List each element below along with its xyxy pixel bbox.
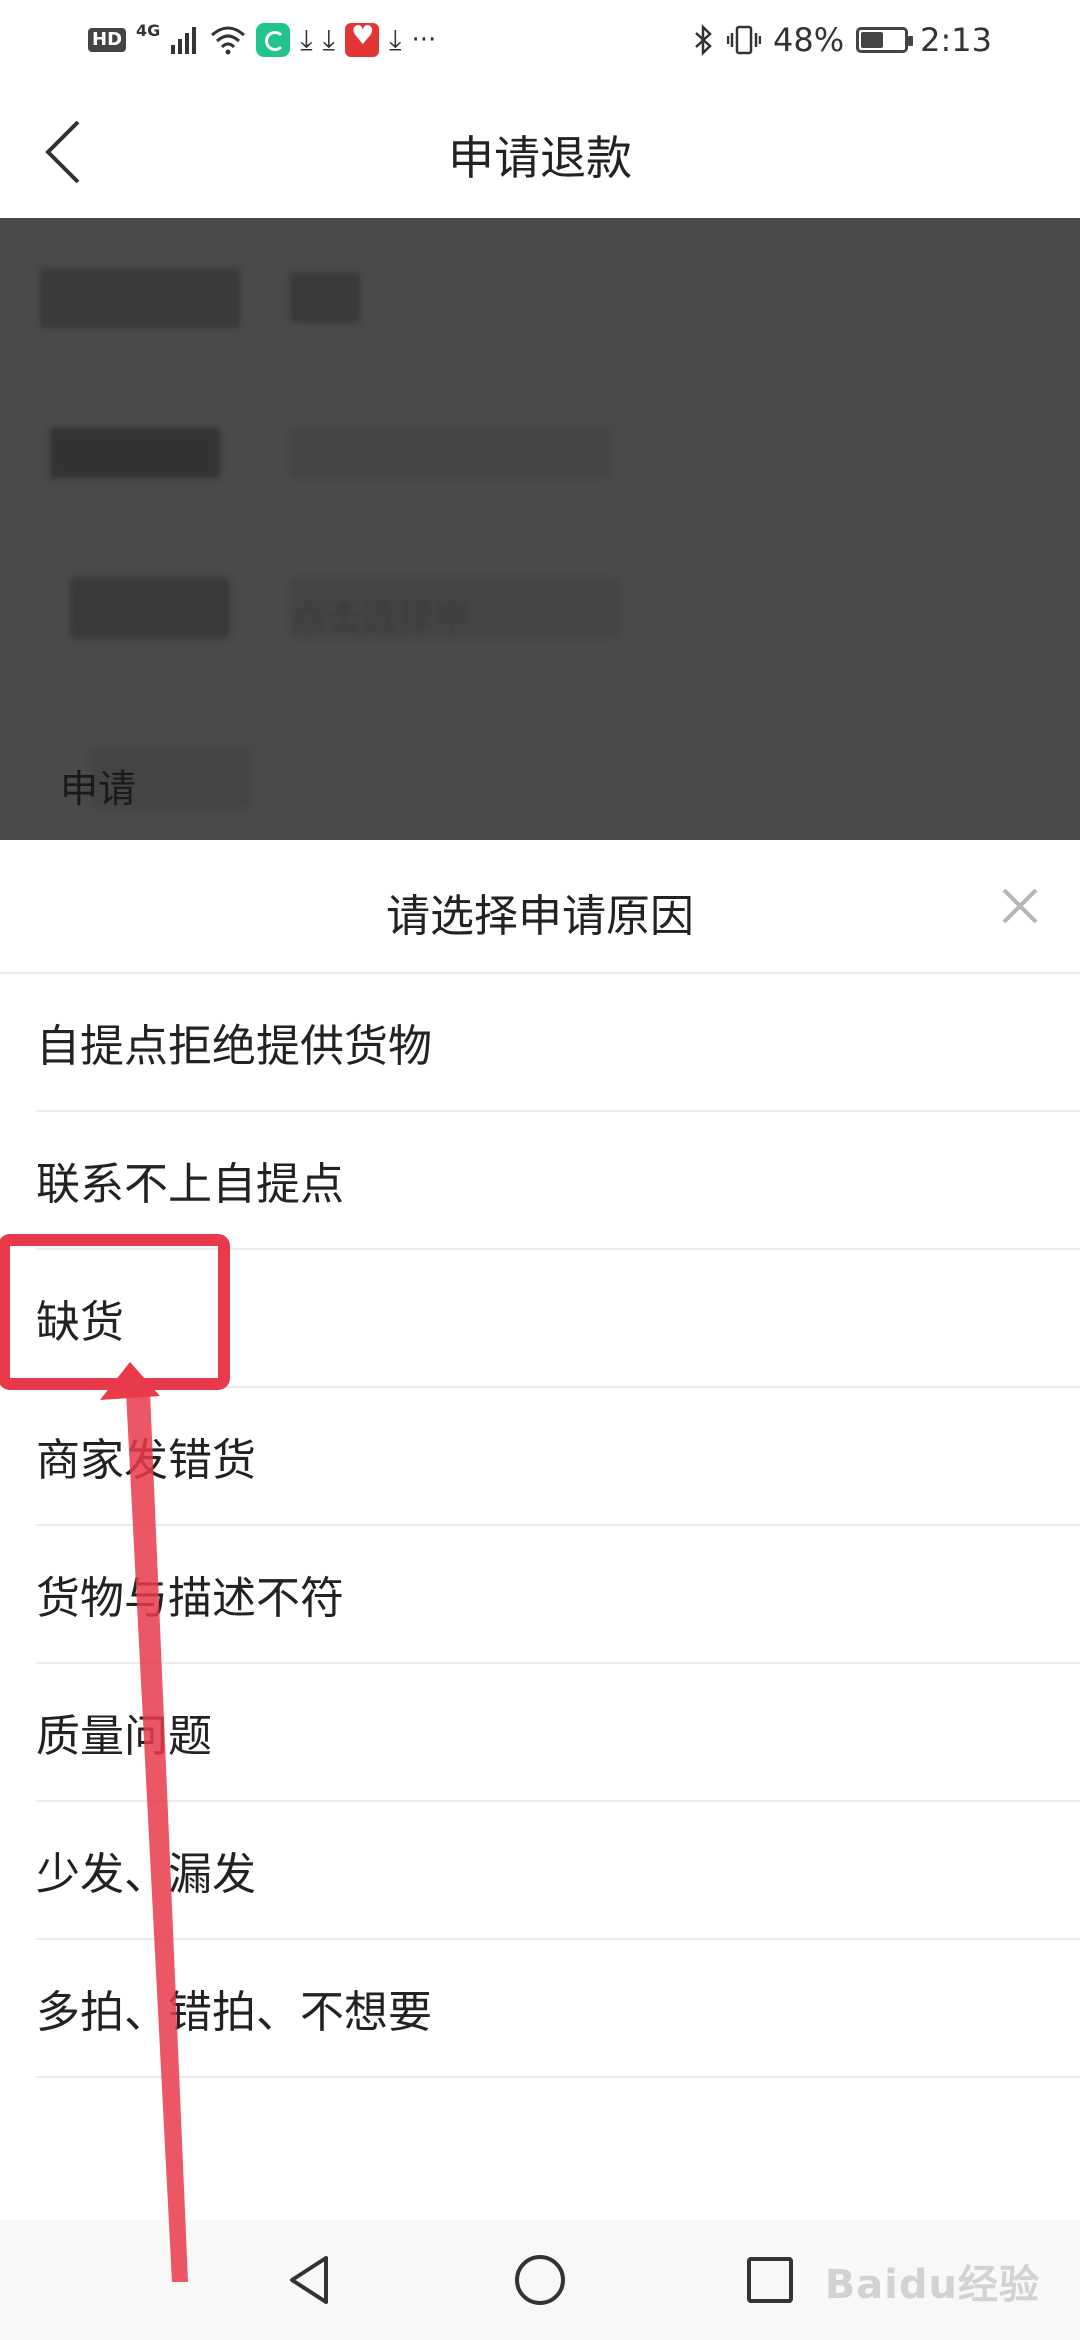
signal-icon [171, 27, 197, 54]
watermark: Baidu经验 [824, 2262, 1040, 2308]
reason-option[interactable]: 质量问题 [36, 1664, 1080, 1802]
bluetooth-icon [695, 24, 712, 56]
reason-option[interactable]: 货物与描述不符 [36, 1526, 1080, 1664]
home-circle-icon[interactable] [510, 2250, 570, 2310]
download-icon: ⤓ [389, 23, 402, 56]
reason-option[interactable]: 联系不上自提点 [36, 1112, 1080, 1250]
blurred-text [70, 578, 230, 638]
blurred-text [40, 268, 240, 328]
download-icon: ⤓ [322, 23, 336, 56]
dimmed-page-content[interactable]: 点击选择申 申请 [0, 218, 1080, 840]
wifi-icon [211, 26, 246, 55]
reason-list: 自提点拒绝提供货物 联系不上自提点 缺货 商家发错货 货物与描述不符 质量问题 … [36, 974, 1080, 2078]
vibrate-icon [727, 25, 762, 55]
download-icon: ⤓ [300, 23, 313, 56]
app-icon [345, 21, 380, 57]
reason-picker-sheet: 请选择申请原因 自提点拒绝提供货物 联系不上自提点 缺货 商家发错货 货物与描述… [0, 840, 1080, 2220]
hd-icon: HD [88, 28, 127, 52]
reason-option[interactable]: 自提点拒绝提供货物 [36, 974, 1080, 1112]
blurred-field [290, 428, 610, 478]
close-button[interactable] [990, 876, 1050, 936]
page-title: 申请退款 [448, 131, 632, 185]
blurred-text [290, 273, 360, 323]
app-header: 申请退款 [0, 80, 1080, 218]
clock: 2:13 [920, 21, 992, 59]
battery-percent: 48% [773, 21, 845, 59]
reason-option[interactable]: 少发、漏发 [36, 1802, 1080, 1940]
back-triangle-icon[interactable] [280, 2250, 340, 2310]
app-icon [256, 23, 291, 57]
status-bar: HD 4G ⤓ ⤓ ⤓ ··· 48% 2:13 [0, 0, 1080, 80]
more-notifications-icon: ··· [411, 25, 437, 55]
reason-option[interactable]: 多拍、错拍、不想要 [36, 1940, 1080, 2078]
battery-icon [856, 27, 914, 53]
status-left: HD 4G ⤓ ⤓ ⤓ ··· [88, 20, 436, 60]
reason-option-out-of-stock[interactable]: 缺货 [36, 1250, 1080, 1388]
recents-square-icon[interactable] [740, 2250, 800, 2310]
select-hint-text: 点击选择申 [290, 597, 471, 638]
status-right: 48% 2:13 [693, 20, 992, 60]
close-icon [1002, 888, 1038, 924]
sheet-title: 请选择申请原因 [386, 891, 694, 942]
blurred-text [50, 428, 220, 478]
apply-label: 申请 [60, 767, 137, 811]
network-type: 4G [136, 20, 161, 40]
reason-option[interactable]: 商家发错货 [36, 1388, 1080, 1526]
